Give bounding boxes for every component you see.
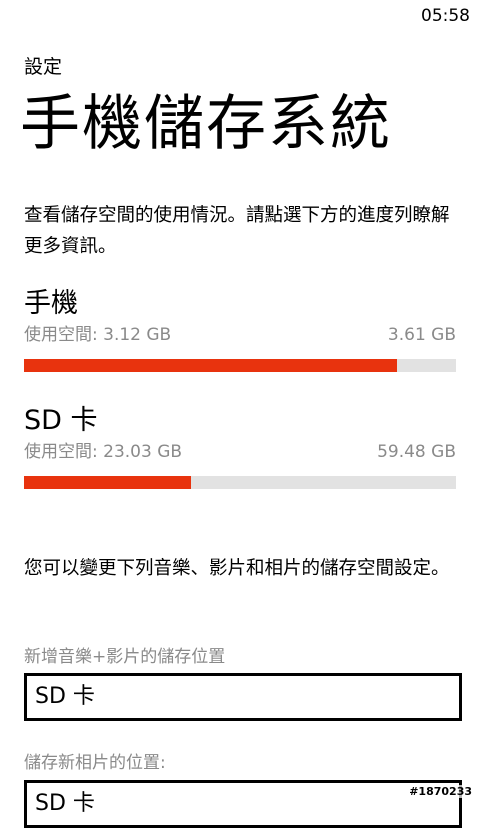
storage-sd-card[interactable]: SD 卡 使用空間: 23.03 GB 59.48 GB [24,403,456,489]
page-title: 手機儲存系統 [20,89,392,159]
watermark: #1870233 [407,785,474,798]
music-video-location-label: 新增音樂+影片的儲存位置 [24,647,226,667]
usage-row: 使用空間: 23.03 GB 59.48 GB [24,440,456,464]
music-video-location-select[interactable]: SD 卡 [24,673,462,721]
used-space-label: 使用空間: 3.12 GB [24,325,172,345]
status-bar: 05:58 [0,0,480,32]
storage-name: SD 卡 [24,405,98,436]
app-title: 設定 [24,56,63,78]
storage-phone[interactable]: 手機 使用空間: 3.12 GB 3.61 GB [24,286,456,372]
photo-location-label: 儲存新相片的位置: [24,753,166,773]
intro-text: 查看儲存空間的使用情況。請點選下方的進度列瞭解更多資訊。 [24,205,450,257]
clock: 05:58 [421,6,470,26]
used-space-label: 使用空間: 23.03 GB [24,442,183,462]
total-space-label: 59.48 GB [377,442,456,462]
storage-name: 手機 [24,288,78,319]
usage-row: 使用空間: 3.12 GB 3.61 GB [24,323,456,347]
usage-bar-fill [24,359,398,372]
usage-bar[interactable] [24,476,456,489]
usage-bar[interactable] [24,359,456,372]
total-space-label: 3.61 GB [387,325,456,345]
photo-location-select[interactable]: SD 卡 [24,780,462,828]
usage-bar-fill [24,476,192,489]
storage-settings-description: 您可以變更下列音樂、影片和相片的儲存空間設定。 [24,558,450,579]
